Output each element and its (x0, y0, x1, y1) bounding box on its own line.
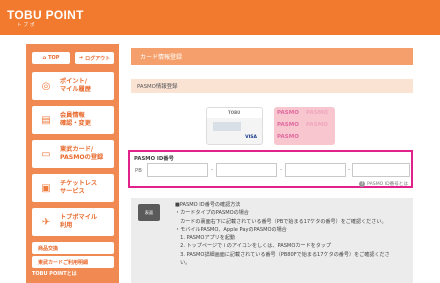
sidebar-footer-link[interactable]: TOBU POINTとは (32, 270, 77, 277)
help-label: PASMO ID番号とは (367, 182, 408, 187)
pasmo-logo: PASMO (277, 134, 299, 140)
pasmo-id-field-4[interactable] (352, 163, 410, 177)
card-brand-text: TOBU (228, 110, 241, 115)
info-line: ・モバイルPASMO、Apple PayのPASMOの場合 (175, 226, 287, 233)
coin-icon: ◎ (41, 80, 51, 92)
tobu-point-logo[interactable]: TOBU POINT (7, 8, 84, 22)
sidebar-item-label: サービス (60, 188, 85, 195)
top-button[interactable]: ⌂ TOP (32, 52, 70, 64)
logout-button-label: ログアウト (85, 55, 111, 62)
page-title: カード情報登録 (140, 54, 183, 61)
sidebar-item-exchange[interactable]: 商品交換 (32, 242, 114, 254)
train-icon: ▣ (41, 182, 51, 194)
pasmo-id-help-link[interactable]: ? PASMO ID番号とは (359, 181, 408, 187)
sidebar-item-label: マイル履歴 (60, 86, 91, 93)
phone-label: 表面 (144, 209, 154, 215)
sidebar-item-label: PASMOの登録 (60, 154, 104, 161)
sidebar-item-label: 会員情報 (60, 112, 85, 119)
tobu-card-image: TOBU VISA (206, 107, 263, 145)
top-header: TOBU POINT トブポ (0, 0, 440, 35)
sidebar-top-buttons: ⌂ TOP ➔ ログアウト (32, 52, 114, 66)
pasmo-logo: PASMO (277, 122, 299, 128)
pasmo-id-field-1[interactable] (147, 163, 208, 177)
pasmo-id-field-3[interactable] (285, 163, 346, 177)
info-text: ■PASMO ID番号の確認方法 ・カードタイプのPASMOの場合 カードの裏面… (175, 201, 411, 267)
pasmo-logo: PASMO (277, 110, 299, 116)
sidebar: ⌂ TOP ➔ ログアウト ◎ ポイント/マイル履歴 ▤ 会員情報 確認・変更 ▭… (26, 44, 119, 283)
pasmo-id-info-panel: 表面 ■PASMO ID番号の確認方法 ・カードタイプのPASMOの場合 カード… (131, 198, 413, 283)
separator: - (280, 166, 283, 173)
info-line: 2. トップページで i のアイコンをしくは、PASMOカードをタップ (175, 243, 331, 250)
sidebar-small-label: 商品交換 (38, 245, 59, 252)
separator: - (211, 166, 214, 173)
section-header: PASMO情報登録 (131, 79, 413, 93)
pasmo-id-field-2[interactable] (216, 163, 277, 177)
phone-card-icon: 表面 (138, 204, 160, 221)
separator: - (348, 166, 351, 173)
info-line: カードの裏面右下に記載されている番号（PBで始まる17ケタの番号）をご確認くださ… (175, 218, 387, 225)
pasmo-id-prefix: PB (135, 168, 142, 174)
mile-icon: ✈ (41, 216, 51, 228)
sidebar-item-label: チケットレス (60, 180, 98, 187)
top-button-label: TOP (48, 55, 60, 61)
pasmo-logo: PASMO (306, 122, 328, 128)
sidebar-item-mile[interactable]: ✈ トブポマイル 利用 (32, 208, 114, 236)
sidebar-item-label: 東武カード/ (60, 146, 94, 153)
logout-button[interactable]: ➔ ログアウト (75, 52, 114, 64)
sidebar-item-points[interactable]: ◎ ポイント/マイル履歴 (32, 72, 114, 100)
home-icon: ⌂ (42, 55, 47, 61)
card-icon: ▭ (41, 148, 51, 160)
page-title-bar: カード情報登録 (131, 48, 413, 65)
visa-logo: VISA (245, 135, 257, 140)
question-icon: ? (359, 181, 366, 187)
sidebar-item-card-statement[interactable]: 東武カードご利用明細 (32, 256, 114, 268)
sidebar-item-ticketless[interactable]: ▣ チケットレス サービス (32, 174, 114, 202)
info-line: い。 (175, 260, 191, 267)
sidebar-item-label: 利用 (60, 222, 73, 229)
pasmo-logo: PASMO (306, 110, 328, 116)
info-line: ■PASMO ID番号の確認方法 (175, 202, 241, 208)
sidebar-item-card-register[interactable]: ▭ 東武カード/PASMOの登録 (32, 140, 114, 168)
section-title: PASMO情報登録 (137, 84, 178, 90)
sidebar-small-label: 東武カードご利用明細 (38, 259, 89, 266)
info-line: 3. PASMO詳細画面に記載されている番号（PB80Fで始まる17ケタの番号）… (175, 251, 390, 258)
info-line: ・カードタイプのPASMOの場合 (175, 210, 249, 217)
sidebar-item-label: トブポマイル (60, 214, 98, 221)
info-line: 1. PASMOアプリを起動 (175, 235, 236, 242)
pasmo-card-image: PASMO PASMO PASMO PASMO PASMO (274, 107, 335, 145)
sidebar-item-label: 確認・変更 (60, 120, 91, 127)
sidebar-item-member[interactable]: ▤ 会員情報 確認・変更 (32, 106, 114, 134)
pasmo-id-box: PASMO ID番号 PB - - - ? PASMO ID番号とは (128, 150, 413, 188)
logout-icon: ➔ (78, 55, 84, 61)
member-icon: ▤ (41, 114, 51, 126)
pasmo-id-label: PASMO ID番号 (134, 156, 174, 162)
sidebar-item-label: ポイント/ (60, 78, 88, 85)
logo-subtitle: トブポ (17, 23, 37, 28)
